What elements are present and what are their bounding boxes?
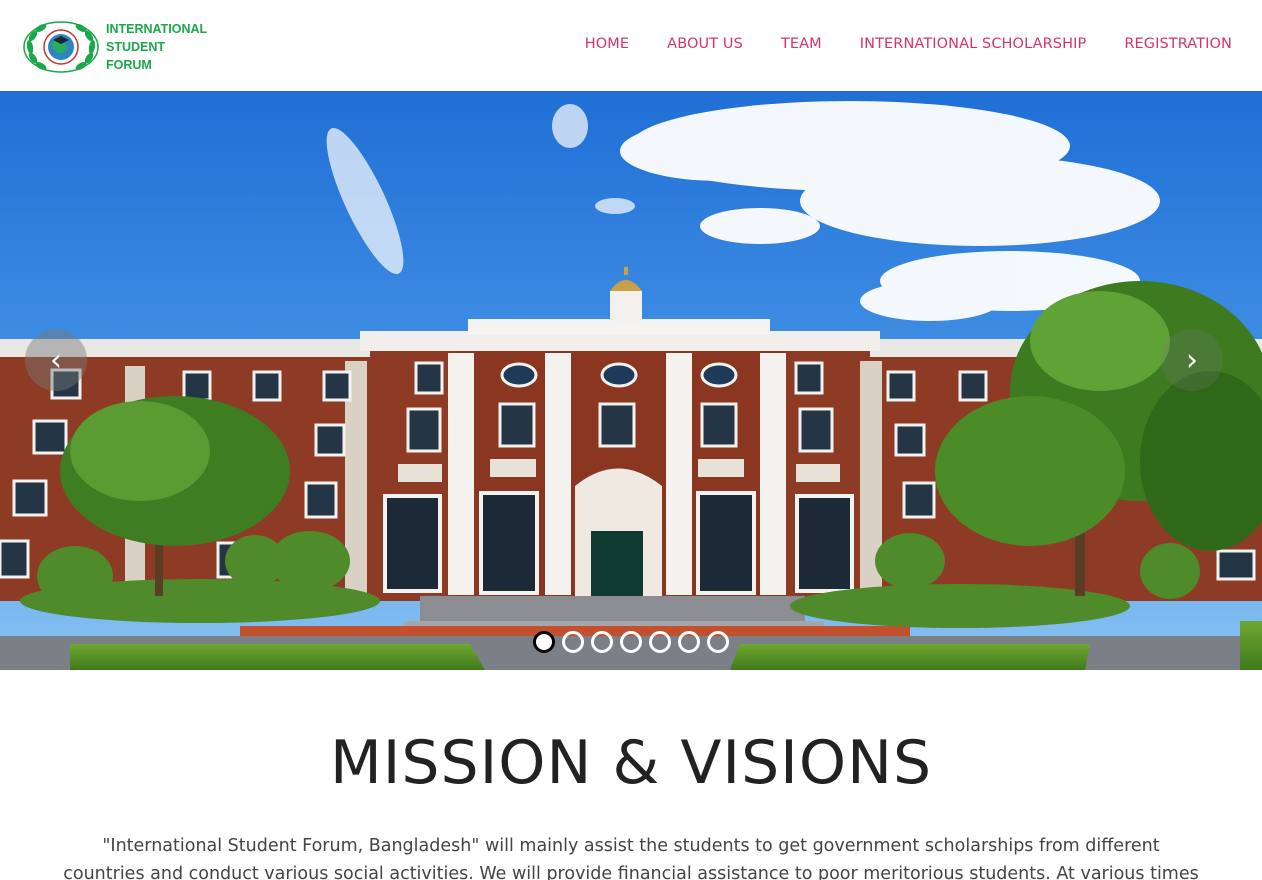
site-name: INTERNATIONAL STUDENT FORUM	[106, 22, 208, 72]
mission-title: MISSION & VISIONS	[329, 728, 933, 798]
carousel-next-button[interactable]: ›	[1161, 329, 1223, 391]
hero-slide-image	[0, 91, 1262, 670]
carousel-indicator-4[interactable]	[620, 631, 642, 653]
carousel-indicator-5[interactable]	[649, 631, 671, 653]
carousel-indicator-3[interactable]	[591, 631, 613, 653]
mission-text: "International Student Forum, Bangladesh…	[63, 836, 1199, 880]
main-nav: HOME ABOUT US TEAM INTERNATIONAL SCHOLAR…	[585, 36, 1232, 52]
carousel-indicators	[533, 631, 736, 653]
carousel-indicator-2[interactable]	[562, 631, 584, 653]
nav-home[interactable]: HOME	[585, 36, 629, 52]
nav-team[interactable]: TEAM	[781, 36, 822, 52]
nav-registration[interactable]: REGISTRATION	[1124, 36, 1232, 52]
nav-about-us[interactable]: ABOUT US	[667, 36, 743, 52]
carousel-indicator-1[interactable]	[533, 631, 555, 653]
site-logo[interactable]: INTERNATIONAL STUDENT FORUM	[22, 19, 222, 75]
carousel-indicator-7[interactable]	[707, 631, 729, 653]
carousel-prev-button[interactable]: ‹	[25, 329, 87, 391]
site-header: INTERNATIONAL STUDENT FORUM HOME ABOUT U…	[0, 0, 1262, 91]
nav-international-scholarship[interactable]: INTERNATIONAL SCHOLARSHIP	[860, 36, 1087, 52]
chevron-right-icon: ›	[1186, 342, 1198, 378]
laurel-globe-icon	[22, 20, 100, 74]
chevron-left-icon: ‹	[50, 342, 62, 378]
carousel-indicator-6[interactable]	[678, 631, 700, 653]
hero-carousel: ‹ ›	[0, 91, 1262, 670]
